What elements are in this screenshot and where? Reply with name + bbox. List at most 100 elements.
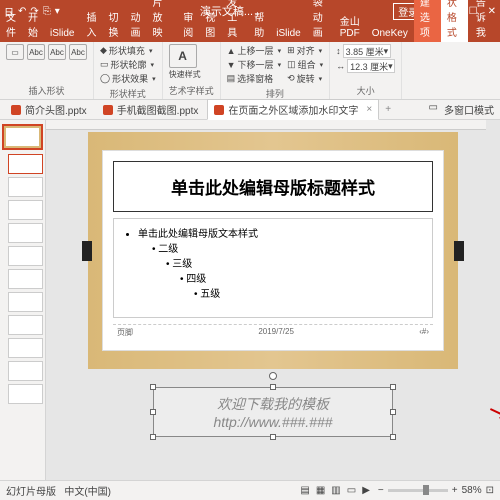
group-arrange: ▲上移一层 ▼下移一层 ▤选择窗格 ⊞对齐 ◫组合 ⟲旋转 排列 bbox=[221, 42, 331, 99]
group-label: 大小 bbox=[336, 84, 395, 97]
zoom-in-icon[interactable]: + bbox=[452, 485, 458, 496]
multiwindow-button[interactable]: 多窗口模式 bbox=[444, 102, 494, 117]
layout-thumbnail[interactable] bbox=[8, 292, 43, 312]
quick-style-button[interactable]: A bbox=[169, 44, 197, 68]
resize-handle[interactable] bbox=[150, 384, 156, 390]
tab-devtools[interactable]: 开发工具 bbox=[221, 0, 248, 42]
tab-close-icon[interactable]: × bbox=[366, 104, 372, 115]
tab-home[interactable]: 开始 bbox=[22, 6, 44, 42]
rotate-button[interactable]: ⟲旋转 bbox=[287, 72, 323, 85]
group-label: 艺术字样式 bbox=[169, 84, 214, 97]
layout-thumbnail[interactable] bbox=[8, 200, 43, 220]
watermark-line2: http://www.###.### bbox=[160, 414, 386, 430]
ppt-icon bbox=[103, 105, 113, 115]
add-tab-icon[interactable]: + bbox=[385, 104, 391, 115]
tab-file[interactable]: 文件 bbox=[0, 6, 22, 42]
shape-preset[interactable]: ▭ bbox=[6, 44, 24, 60]
height-icon: ↕ bbox=[336, 46, 341, 56]
resize-handle[interactable] bbox=[150, 409, 156, 415]
tab-transition[interactable]: 切换 bbox=[102, 6, 124, 42]
send-backward-button[interactable]: ▼下移一层 bbox=[227, 58, 281, 71]
resize-handle[interactable] bbox=[270, 434, 276, 440]
tab-review[interactable]: 审阅 bbox=[177, 6, 199, 42]
tab-shape-format[interactable]: 形状格式 bbox=[441, 0, 468, 42]
title-placeholder[interactable]: 单击此处编辑母版标题样式 bbox=[113, 161, 433, 212]
status-lang[interactable]: 中文(中国) bbox=[64, 487, 111, 498]
layout-thumbnail[interactable] bbox=[8, 338, 43, 358]
selection-pane-button[interactable]: ▤选择窗格 bbox=[227, 72, 281, 85]
zoom-level[interactable]: 58% bbox=[462, 485, 482, 496]
tab-onekey[interactable]: OneKey bbox=[366, 25, 414, 42]
fit-window-icon[interactable]: ⊡ bbox=[486, 485, 494, 496]
bring-forward-button[interactable]: ▲上移一层 bbox=[227, 44, 281, 57]
width-icon: ↔ bbox=[336, 61, 345, 71]
ribbon-tabs: 文件 开始 iSlide 插入 切换 动画 幻灯片放映 审阅 视图 开发工具 帮… bbox=[0, 22, 500, 42]
slide-footer: 页脚 2019/7/25 ‹#› bbox=[113, 324, 433, 340]
tab-pdf[interactable]: 金山PDF bbox=[334, 10, 366, 42]
shape-fill-button[interactable]: ◆形状填充 bbox=[100, 44, 156, 57]
notes-icon[interactable]: ▤ bbox=[300, 485, 309, 496]
tab-insert[interactable]: 插入 bbox=[80, 6, 102, 42]
group-size: ↕3.85 厘米▾ ↔12.3 厘米▾ 大小 bbox=[330, 42, 402, 99]
tab-new[interactable]: 新建选项 bbox=[414, 0, 441, 42]
tab-slideshow[interactable]: 幻灯片放映 bbox=[146, 0, 177, 42]
resize-handle[interactable] bbox=[150, 434, 156, 440]
shape-outline-button[interactable]: ▭形状轮廓 bbox=[100, 58, 156, 71]
layout-thumbnail[interactable] bbox=[8, 384, 43, 404]
footer-text: 页脚 bbox=[117, 327, 133, 338]
window-arrange-icon[interactable]: ▭ bbox=[429, 102, 438, 117]
tab-islide[interactable]: iSlide bbox=[44, 25, 80, 42]
height-input[interactable]: 3.85 厘米▾ bbox=[343, 44, 391, 58]
resize-handle[interactable] bbox=[390, 409, 396, 415]
footer-date: 2019/7/25 bbox=[258, 327, 294, 338]
tab-help[interactable]: 帮助 bbox=[248, 6, 270, 42]
annotation-arrow-icon: ↘ bbox=[484, 395, 500, 429]
layout-thumbnail[interactable] bbox=[8, 269, 43, 289]
resize-handle[interactable] bbox=[390, 434, 396, 440]
layout-thumbnail[interactable] bbox=[8, 361, 43, 381]
width-input[interactable]: 12.3 厘米▾ bbox=[347, 59, 395, 73]
slide-background: 单击此处编辑母版标题样式 单击此处编辑母版文本样式 二级 三级 四级 五级 bbox=[88, 132, 458, 369]
slide-master[interactable]: 单击此处编辑母版标题样式 单击此处编辑母版文本样式 二级 三级 四级 五级 bbox=[102, 150, 444, 351]
layout-thumbnail[interactable] bbox=[8, 223, 43, 243]
resize-handle[interactable] bbox=[270, 384, 276, 390]
layout-thumbnail[interactable] bbox=[8, 177, 43, 197]
master-thumbnail[interactable] bbox=[2, 124, 43, 150]
layout-thumbnail[interactable] bbox=[8, 246, 43, 266]
shape-preset[interactable]: Abc bbox=[69, 44, 87, 60]
sorter-view-icon[interactable]: ▥ bbox=[331, 485, 340, 496]
tab-pocket[interactable]: 口袋动画 bbox=[307, 0, 334, 42]
doc-tab[interactable]: 手机截图截图.pptx bbox=[96, 99, 206, 120]
status-view: 幻灯片母版 bbox=[6, 487, 56, 498]
selected-textbox[interactable]: 欢迎下载我的模板 http://www.###.### bbox=[153, 387, 393, 437]
doc-tab-active[interactable]: 在页面之外区域添加水印文字× bbox=[207, 99, 379, 120]
ppt-icon bbox=[11, 105, 21, 115]
thumbnail-panel bbox=[0, 120, 46, 480]
slide-canvas[interactable]: 单击此处编辑母版标题样式 单击此处编辑母版文本样式 二级 三级 四级 五级 bbox=[46, 120, 500, 480]
footer-page: ‹#› bbox=[419, 327, 429, 338]
rotate-handle[interactable] bbox=[269, 372, 277, 380]
ribbon: ▭ Abc Abc Abc 插入形状 ◆形状填充 ▭形状轮廓 ◯形状效果 形状样… bbox=[0, 42, 500, 100]
align-button[interactable]: ⊞对齐 bbox=[287, 44, 323, 57]
reading-view-icon[interactable]: ▭ bbox=[347, 485, 356, 496]
normal-view-icon[interactable]: ▦ bbox=[316, 485, 325, 496]
slideshow-icon[interactable]: ▶ bbox=[362, 485, 370, 496]
tell-me[interactable]: ☺ 告诉我 bbox=[468, 0, 500, 42]
layout-thumbnail[interactable] bbox=[8, 315, 43, 335]
tab-animation[interactable]: 动画 bbox=[124, 6, 146, 42]
zoom-out-icon[interactable]: − bbox=[378, 485, 384, 496]
doc-tab[interactable]: 简介头图.pptx bbox=[4, 99, 94, 120]
tab-view[interactable]: 视图 bbox=[199, 6, 221, 42]
shape-preset[interactable]: Abc bbox=[27, 44, 45, 60]
tab-islide2[interactable]: iSlide bbox=[270, 25, 306, 42]
group-label: 插入形状 bbox=[6, 84, 87, 97]
ppt-icon bbox=[214, 105, 224, 115]
resize-handle[interactable] bbox=[390, 384, 396, 390]
content-placeholder[interactable]: 单击此处编辑母版文本样式 二级 三级 四级 五级 bbox=[113, 218, 433, 318]
group-button[interactable]: ◫组合 bbox=[287, 58, 323, 71]
zoom-slider[interactable] bbox=[388, 489, 448, 492]
shape-preset[interactable]: Abc bbox=[48, 44, 66, 60]
shape-effects-button[interactable]: ◯形状效果 bbox=[100, 72, 156, 85]
workspace: 单击此处编辑母版标题样式 单击此处编辑母版文本样式 二级 三级 四级 五级 bbox=[0, 120, 500, 480]
layout-thumbnail[interactable] bbox=[8, 154, 43, 174]
